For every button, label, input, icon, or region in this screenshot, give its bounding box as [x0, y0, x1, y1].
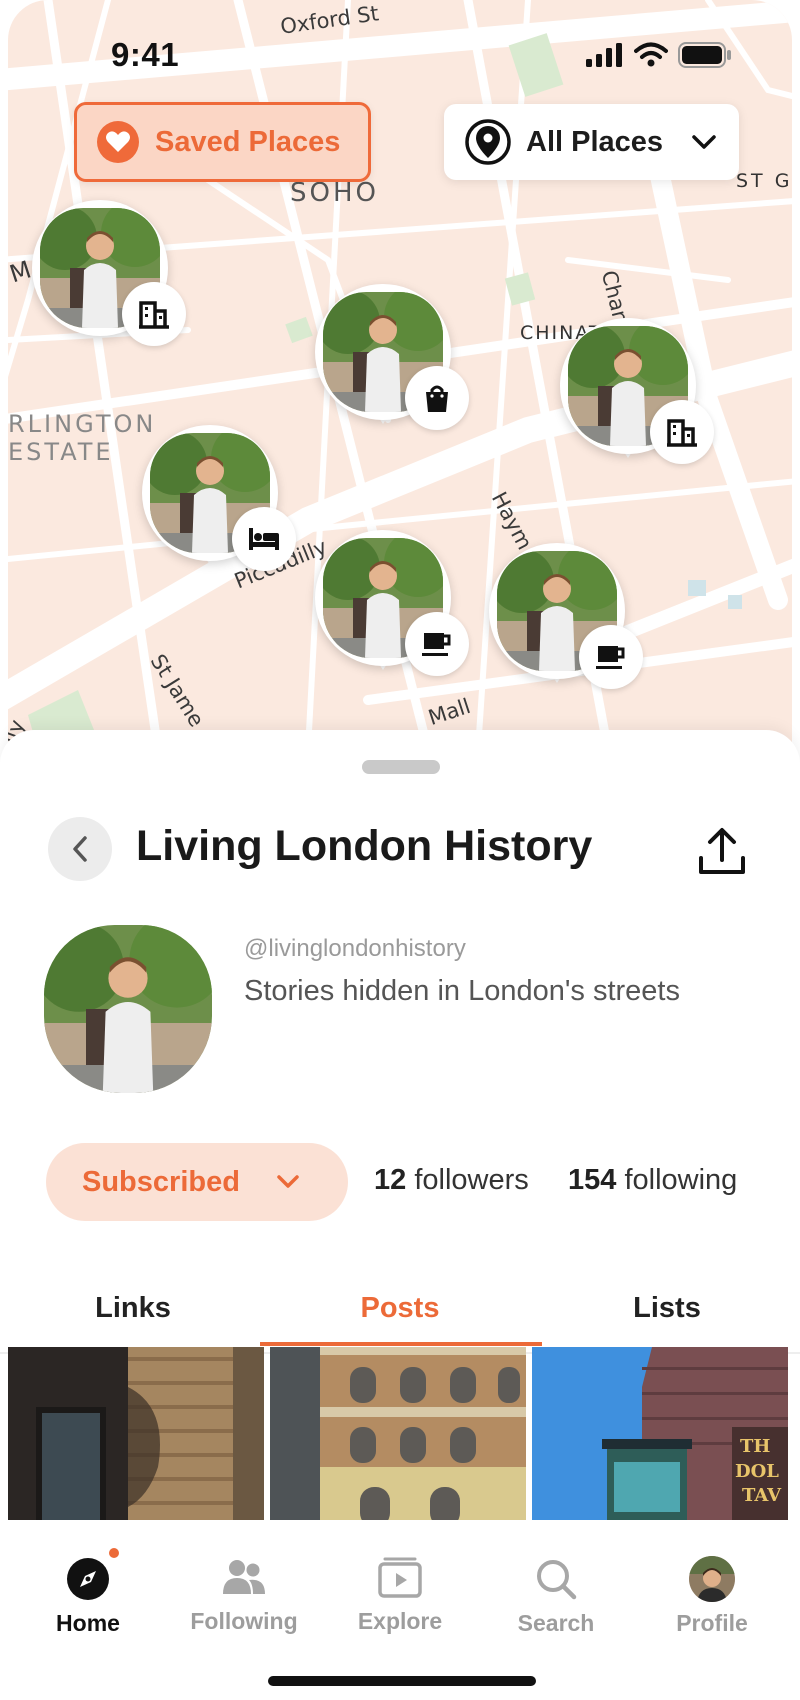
- battery-icon: [678, 42, 731, 68]
- nav-profile-label: Profile: [676, 1610, 748, 1636]
- nav-explore[interactable]: Explore: [330, 1556, 470, 1635]
- all-places-label: All Places: [526, 125, 664, 158]
- share-button[interactable]: [692, 822, 752, 882]
- map-pin[interactable]: [315, 530, 469, 680]
- nav-following-label: Following: [190, 1608, 298, 1634]
- profile-handle: @livinglondonhistory: [244, 935, 466, 962]
- map-view[interactable]: Oxford St SOHO ST GI Charing Cross Rd CH…: [8, 0, 792, 750]
- svg-text:TAV: TAV: [742, 1485, 782, 1506]
- nav-home-label: Home: [56, 1610, 120, 1636]
- profile-bio: Stories hidden in London's streets: [244, 975, 680, 1007]
- nav-search[interactable]: Search: [486, 1556, 626, 1637]
- all-places-dropdown[interactable]: All Places: [444, 104, 739, 180]
- person-photo: [44, 925, 212, 1093]
- map-label-soho: SOHO: [290, 178, 379, 208]
- saved-places-button[interactable]: Saved Places: [74, 102, 371, 182]
- map-pin[interactable]: [32, 200, 186, 350]
- followers-count: 12: [374, 1164, 407, 1196]
- building-icon: [650, 400, 714, 464]
- post-image: TH DOL TAV: [532, 1347, 788, 1520]
- followers-label: followers: [414, 1164, 529, 1196]
- post-thumbnail[interactable]: [8, 1347, 264, 1520]
- subscribed-button[interactable]: Subscribed: [46, 1143, 348, 1221]
- chevron-down-icon: [692, 135, 716, 149]
- shopping-bag-icon: [405, 366, 469, 430]
- heart-icon: [97, 121, 139, 163]
- map-pin[interactable]: [142, 425, 296, 575]
- map-pin[interactable]: [315, 284, 469, 434]
- bed-icon: [232, 507, 296, 571]
- home-indicator: [268, 1676, 536, 1686]
- status-icons: [586, 42, 732, 68]
- building-icon: [122, 282, 186, 346]
- following-stat[interactable]: 154 following: [568, 1164, 737, 1197]
- map-pin-icon: [465, 119, 511, 165]
- map-label-rlington: RLINGTON: [8, 410, 157, 438]
- tab-links[interactable]: Links: [0, 1280, 266, 1354]
- coffee-cup-icon: [579, 625, 643, 689]
- sheet-grabber[interactable]: [362, 760, 440, 774]
- wifi-icon: [634, 42, 668, 67]
- bottom-nav: Home Following Explore Search Profile: [0, 1520, 800, 1700]
- page-title: Living London History: [136, 822, 593, 870]
- people-icon: [223, 1560, 265, 1594]
- map-label-estate: ESTATE: [8, 438, 114, 466]
- post-thumbnail[interactable]: [270, 1347, 526, 1520]
- compass-icon: [65, 1548, 119, 1602]
- following-label: following: [624, 1164, 738, 1196]
- active-tab-indicator: [260, 1342, 542, 1346]
- signal-icon: [586, 43, 622, 67]
- status-time: 9:41: [111, 36, 180, 73]
- map-label-st-gi: ST GI: [736, 170, 792, 192]
- coffee-cup-icon: [405, 612, 469, 676]
- back-button[interactable]: [48, 817, 112, 881]
- subscribed-label: Subscribed: [82, 1165, 240, 1198]
- profile-sheet: Living London History @livinglondonhisto…: [0, 730, 800, 1520]
- chevron-down-icon: [277, 1175, 299, 1188]
- map-pin[interactable]: [560, 318, 714, 468]
- saved-places-label: Saved Places: [155, 125, 341, 158]
- nav-following[interactable]: Following: [174, 1556, 314, 1635]
- app-screen: Oxford St SOHO ST GI Charing Cross Rd CH…: [0, 0, 800, 1700]
- share-icon: [699, 828, 745, 874]
- play-icon: [378, 1557, 422, 1598]
- avatar: [689, 1556, 735, 1602]
- post-thumbnail[interactable]: TH DOL TAV: [532, 1347, 788, 1520]
- svg-text:DOL: DOL: [735, 1461, 779, 1482]
- tab-lists[interactable]: Lists: [534, 1280, 800, 1354]
- nav-profile[interactable]: Profile: [642, 1556, 782, 1637]
- nav-home[interactable]: Home: [18, 1548, 158, 1637]
- following-count: 154: [568, 1164, 617, 1196]
- nav-explore-label: Explore: [357, 1608, 443, 1634]
- post-image: [270, 1347, 526, 1520]
- post-image: [8, 1347, 264, 1520]
- map-pin[interactable]: [489, 543, 643, 693]
- chevron-left-icon: [73, 836, 87, 862]
- search-icon: [537, 1560, 577, 1600]
- profile-avatar: [44, 925, 212, 1093]
- nav-search-label: Search: [517, 1610, 595, 1636]
- svg-text:TH: TH: [740, 1436, 770, 1457]
- followers-stat[interactable]: 12 followers: [374, 1164, 529, 1197]
- notification-dot: [109, 1548, 119, 1558]
